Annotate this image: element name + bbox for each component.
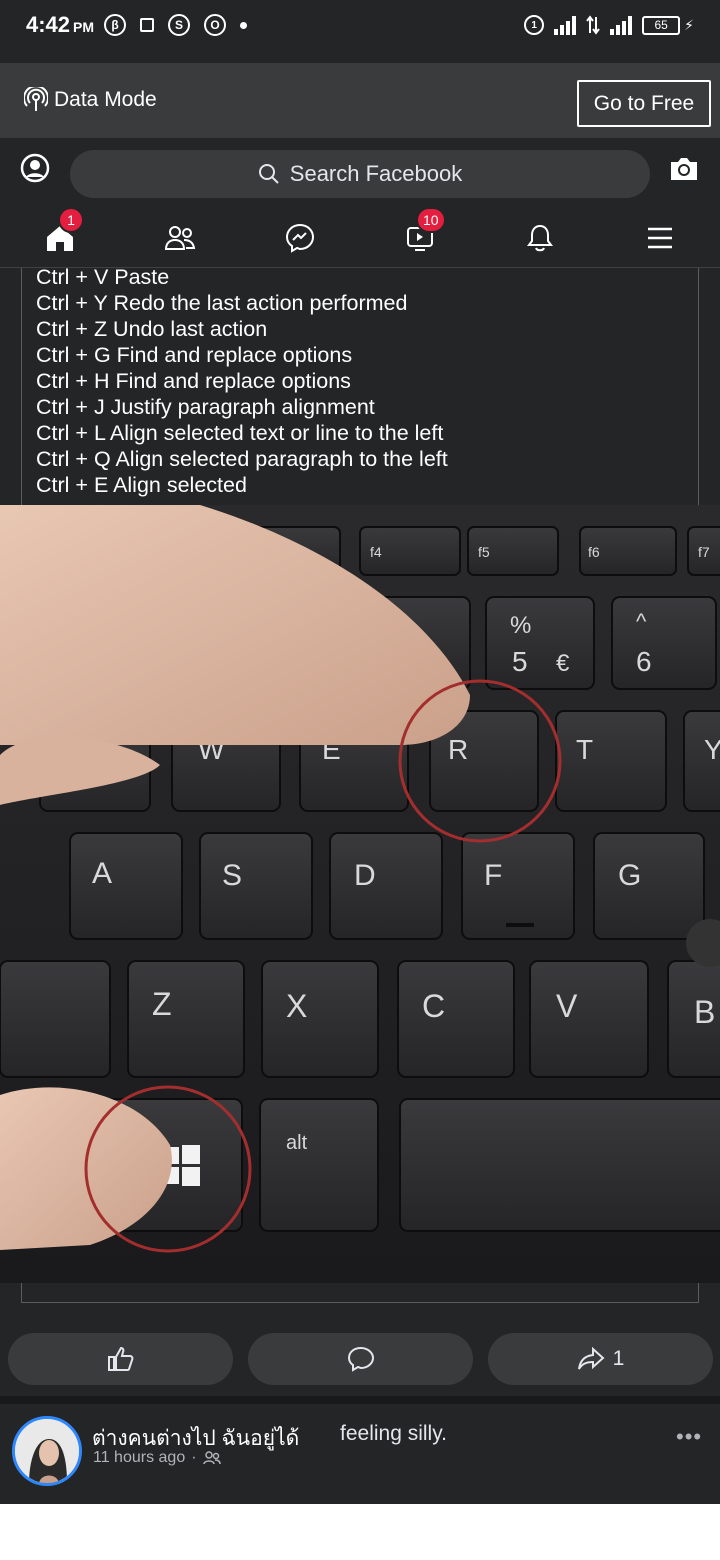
post-meta: 11 hours ago · bbox=[93, 1449, 221, 1467]
b-app-icon: β bbox=[104, 14, 126, 36]
key-label: ^ bbox=[636, 609, 647, 634]
avatar-photo bbox=[15, 1419, 79, 1483]
shortcut-line: Ctrl + E Align selected bbox=[36, 473, 247, 497]
opera-icon: O bbox=[204, 14, 226, 36]
photo-frame bbox=[21, 1283, 699, 1303]
comment-icon bbox=[347, 1346, 374, 1372]
hamburger-menu-icon bbox=[648, 227, 672, 249]
shortcut-line: Ctrl + G Find and replace options bbox=[36, 343, 353, 367]
key-label: R bbox=[448, 734, 468, 765]
shortcut-line: Ctrl + H Find and replace options bbox=[36, 369, 351, 393]
key-label: % bbox=[510, 612, 531, 639]
key-label: f7 bbox=[698, 544, 710, 560]
key-label: f5 bbox=[478, 544, 490, 560]
key-label: Z bbox=[152, 986, 172, 1022]
key-label: f6 bbox=[588, 544, 600, 560]
key-label: F bbox=[484, 859, 502, 892]
tab-watch[interactable]: 10 bbox=[390, 207, 450, 263]
post-divider bbox=[0, 1396, 720, 1404]
thumbs-up-icon bbox=[107, 1346, 133, 1371]
more-notifications-icon bbox=[240, 21, 247, 29]
bell-icon bbox=[527, 224, 553, 252]
key-label: T bbox=[576, 734, 593, 765]
shortcut-line: Ctrl + L Align selected text or line to … bbox=[36, 421, 444, 445]
like-button[interactable] bbox=[8, 1333, 233, 1385]
key-label: B bbox=[694, 994, 715, 1030]
messenger-icon bbox=[285, 223, 315, 253]
shortcut-line: Ctrl + Q Align selected paragraph to the… bbox=[36, 447, 448, 471]
search-icon bbox=[258, 164, 279, 184]
tab-messenger[interactable] bbox=[270, 213, 330, 263]
key-label: A bbox=[92, 857, 112, 890]
post-body-area bbox=[0, 1504, 720, 1560]
system-icons: 1 65 ⚡ bbox=[524, 12, 694, 38]
data-arrows-icon bbox=[586, 15, 600, 35]
clock: 4:42 PM bbox=[26, 12, 95, 37]
post-timestamp[interactable]: 11 hours ago bbox=[93, 1449, 185, 1467]
post-text-card: Ctrl + V Paste Ctrl + Y Redo the last ac… bbox=[21, 268, 699, 508]
shortcut-line: Ctrl + Y Redo the last action performed bbox=[36, 291, 408, 315]
key-label: f4 bbox=[370, 544, 382, 560]
next-post-header: ต่างคนต่างไป ฉันอยู่ได้ feeling silly. 1… bbox=[0, 1404, 720, 1504]
key-label: 6 bbox=[636, 646, 652, 677]
battery-icon: 65 bbox=[642, 15, 681, 35]
shortcut-list: Ctrl + V Paste Ctrl + Y Redo the last ac… bbox=[22, 268, 698, 498]
key-label: alt bbox=[286, 1132, 308, 1154]
meta-separator: · bbox=[191, 1449, 197, 1466]
shortcut-line: Ctrl + Z Undo last action bbox=[36, 317, 268, 341]
share-button[interactable]: 1 bbox=[488, 1333, 713, 1385]
charging-icon: ⚡ bbox=[684, 16, 694, 33]
key-label: G bbox=[618, 859, 641, 892]
shortcut-line: Ctrl + V Paste bbox=[36, 268, 170, 289]
notification-icons: β S O bbox=[104, 12, 247, 38]
search-input[interactable]: Search Facebook bbox=[70, 150, 650, 198]
go-to-free-button[interactable]: Go to Free bbox=[577, 80, 711, 127]
tab-notifications[interactable] bbox=[510, 213, 570, 263]
square-icon bbox=[140, 18, 154, 32]
data-mode-icon bbox=[24, 87, 48, 111]
key-label: S bbox=[222, 859, 242, 892]
key-label: Y bbox=[704, 734, 720, 765]
share-count: 1 bbox=[612, 1347, 625, 1370]
tab-friends[interactable] bbox=[150, 213, 210, 263]
profile-icon[interactable] bbox=[20, 153, 50, 183]
shazam-icon: S bbox=[168, 14, 190, 36]
key-label: X bbox=[286, 988, 307, 1024]
keyboard-illustration: f3 f4 f5 f6 f7 % 5 € ^ 6 Q W E R T Y A S… bbox=[0, 505, 720, 1283]
post-feeling: feeling silly. bbox=[340, 1422, 447, 1445]
nav-tabs: 1 10 bbox=[0, 207, 720, 263]
share-icon bbox=[577, 1346, 605, 1370]
keyboard-photo[interactable]: f3 f4 f5 f6 f7 % 5 € ^ 6 Q W E R T Y A S… bbox=[0, 505, 720, 1283]
friends-icon bbox=[164, 226, 196, 250]
shortcut-line: Ctrl + J Justify paragraph alignment bbox=[36, 395, 375, 419]
key-label: C bbox=[422, 988, 445, 1024]
signal-hd-icon bbox=[610, 15, 633, 35]
key-label: D bbox=[354, 859, 376, 892]
status-bar: 4:42 PM β S O 1 65 ⚡ bbox=[0, 0, 720, 62]
data-mode-label: Data Mode bbox=[54, 88, 157, 111]
camera-icon[interactable] bbox=[668, 154, 700, 184]
key-label: V bbox=[556, 988, 578, 1024]
tab-home[interactable]: 1 bbox=[30, 207, 90, 263]
tab-menu[interactable] bbox=[630, 213, 690, 263]
home-badge: 1 bbox=[58, 207, 84, 233]
key-label: 5 bbox=[512, 646, 528, 677]
friends-audience-icon bbox=[202, 1451, 221, 1465]
comment-button[interactable] bbox=[248, 1333, 473, 1385]
sim-icon: 1 bbox=[524, 15, 545, 35]
signal-icon bbox=[554, 15, 577, 35]
key-label: € bbox=[556, 650, 570, 677]
more-options-icon[interactable]: ••• bbox=[676, 1424, 702, 1450]
facebook-header: Search Facebook 1 10 bbox=[0, 138, 720, 268]
avatar[interactable] bbox=[12, 1416, 82, 1486]
search-placeholder: Search Facebook bbox=[289, 161, 463, 186]
watch-badge: 10 bbox=[416, 207, 446, 233]
